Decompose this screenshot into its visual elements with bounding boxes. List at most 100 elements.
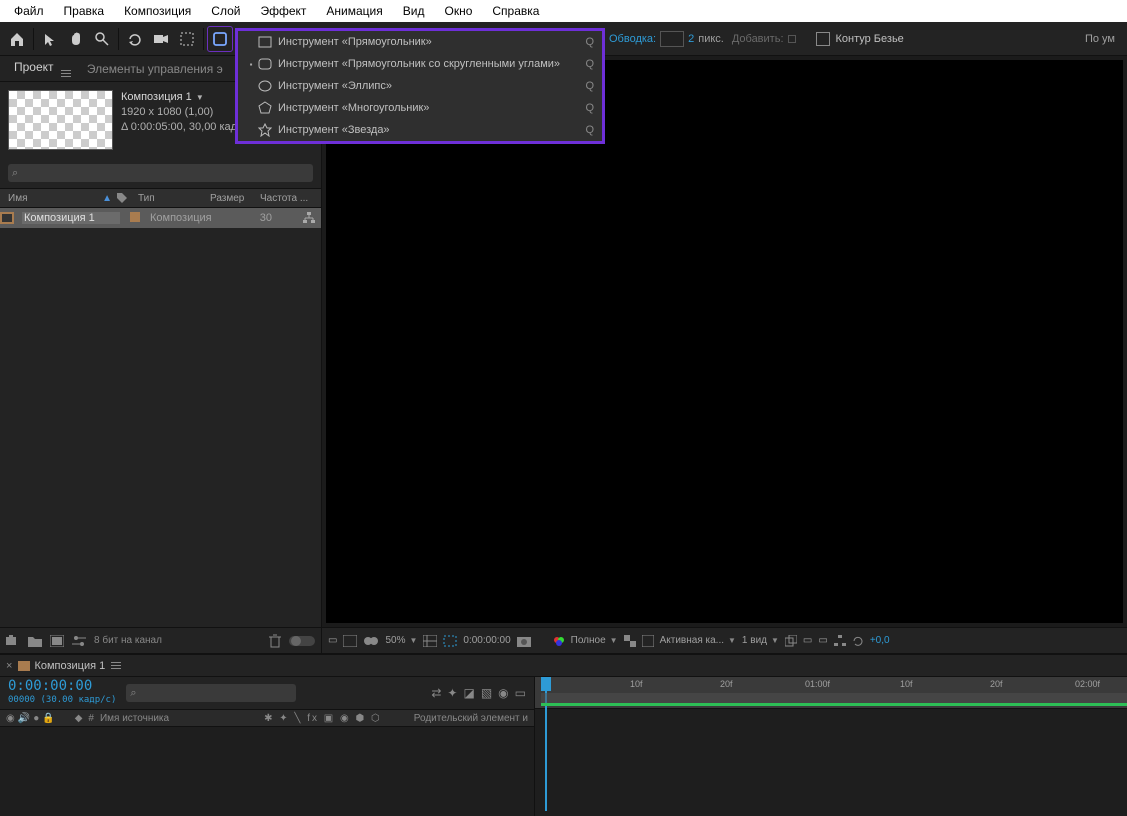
fast-preview-icon[interactable]: ▭ — [818, 635, 827, 646]
transparency-grid-icon[interactable] — [624, 635, 636, 647]
draft-3d-icon[interactable]: ✦ — [447, 686, 457, 700]
menu-effect[interactable]: Эффект — [250, 2, 316, 20]
close-tab-icon[interactable]: × — [6, 660, 12, 672]
flyout-star[interactable]: Инструмент «Звезда» Q — [238, 119, 602, 141]
camera-dropdown[interactable]: Активная ка...▼ — [660, 635, 736, 646]
graph-editor-icon[interactable]: ▭ — [515, 686, 526, 700]
shy-icon[interactable]: ◪ — [463, 686, 474, 700]
time-ruler[interactable]: 10f 20f 01:00f 10f 20f 02:00f — [535, 677, 1127, 709]
flowchart-icon[interactable] — [276, 212, 321, 224]
chevron-down-icon[interactable]: ▼ — [196, 90, 204, 105]
playhead[interactable] — [541, 677, 551, 691]
tab-effect-controls[interactable]: Элементы управления э — [79, 58, 231, 80]
flyout-polygon[interactable]: Инструмент «Многоугольник» Q — [238, 97, 602, 119]
trash-icon[interactable] — [269, 634, 281, 648]
toggle-switch[interactable] — [289, 634, 315, 648]
home-tool[interactable] — [4, 26, 30, 52]
audio-header-icon[interactable]: 🔊 — [18, 713, 30, 724]
project-item-name[interactable]: Композиция 1 — [22, 212, 120, 224]
3d-view-icon[interactable] — [642, 635, 654, 647]
new-folder-icon[interactable] — [28, 635, 42, 647]
flyout-rounded-rectangle[interactable]: ▪ Инструмент «Прямоугольник со скругленн… — [238, 53, 602, 75]
flyout-rectangle[interactable]: Инструмент «Прямоугольник» Q — [238, 31, 602, 53]
motion-blur-icon[interactable]: ◉ — [498, 686, 508, 700]
panel-menu-icon[interactable] — [61, 70, 71, 77]
project-item-row[interactable]: Композиция 1 Композиция 30 — [0, 208, 321, 228]
current-frame: 00000 (30.00 кадр/с) — [8, 693, 116, 707]
menu-composition[interactable]: Композиция — [114, 2, 201, 20]
mask-icon[interactable] — [363, 635, 379, 647]
resolution-icon[interactable] — [423, 635, 437, 647]
share-view-icon[interactable] — [785, 635, 797, 647]
rectangle-icon — [256, 35, 274, 49]
viewer-timecode[interactable]: 0:00:00:00 — [463, 635, 510, 646]
label-header-icon[interactable]: ◆ — [75, 713, 83, 724]
solo-header-icon[interactable]: ● — [33, 713, 39, 724]
header-name[interactable]: Имя▲ — [0, 193, 116, 204]
stroke-width-value[interactable]: 2 — [688, 33, 694, 45]
grid-icon[interactable] — [343, 635, 357, 647]
stroke-color-swatch[interactable] — [660, 31, 684, 47]
bezier-checkbox[interactable] — [816, 32, 830, 46]
timeline-icon[interactable] — [834, 635, 846, 647]
lock-header-icon[interactable]: 🔒 — [42, 713, 54, 724]
composition-name[interactable]: Композиция 1 — [121, 91, 192, 103]
exposure-value[interactable]: +0,0 — [870, 635, 890, 646]
roi-icon[interactable] — [443, 635, 457, 647]
menu-view[interactable]: Вид — [393, 2, 435, 20]
header-type[interactable]: Тип — [138, 193, 210, 204]
menu-help[interactable]: Справка — [482, 2, 549, 20]
menu-file[interactable]: Файл — [4, 2, 54, 20]
views-dropdown[interactable]: 1 вид▼ — [742, 635, 779, 646]
work-area-bar[interactable] — [541, 693, 1127, 703]
bpc-label[interactable]: 8 бит на канал — [94, 635, 261, 646]
camera-tool[interactable] — [148, 26, 174, 52]
menu-animation[interactable]: Анимация — [316, 2, 392, 20]
channel-icon[interactable] — [553, 635, 565, 647]
magnify-dropdown-icon[interactable]: ▭ — [328, 635, 337, 646]
project-search-input[interactable] — [8, 164, 313, 182]
comp-mini-flowchart-icon[interactable]: ⇄ — [431, 686, 441, 700]
rounded-rectangle-icon — [256, 57, 274, 71]
parent-header[interactable]: Родительский элемент и — [414, 713, 528, 724]
workspace-dropdown[interactable]: По ум — [1085, 33, 1123, 45]
header-frequency[interactable]: Частота ... — [260, 193, 321, 204]
timeline-tab-name[interactable]: Композиция 1 — [34, 660, 105, 672]
header-size[interactable]: Размер — [210, 193, 260, 204]
eye-header-icon[interactable]: ◉ — [6, 713, 15, 724]
header-label[interactable] — [116, 192, 138, 204]
hand-tool[interactable] — [63, 26, 89, 52]
interpret-footage-icon[interactable] — [6, 635, 20, 647]
panel-menu-icon[interactable] — [111, 662, 121, 669]
timeline-layers-area[interactable] — [0, 727, 534, 816]
ruler-tick: 20f — [990, 679, 1003, 689]
timeline-tracks-area[interactable] — [535, 709, 1127, 816]
selection-tool[interactable] — [37, 26, 63, 52]
source-name-header[interactable]: Имя источника — [100, 713, 258, 724]
viewer-canvas[interactable] — [326, 60, 1123, 623]
zoom-tool[interactable] — [89, 26, 115, 52]
zoom-dropdown[interactable]: 50%▼ — [385, 635, 417, 646]
refresh-icon[interactable] — [852, 635, 864, 647]
pixel-aspect-icon[interactable]: ▭ — [803, 635, 812, 646]
add-dropdown[interactable] — [788, 35, 796, 43]
project-item-label-swatch[interactable] — [124, 212, 146, 225]
index-header[interactable]: # — [88, 713, 94, 724]
snapshot-icon[interactable] — [517, 635, 531, 647]
current-timecode[interactable]: 0:00:00:00 — [8, 679, 116, 693]
menu-window[interactable]: Окно — [434, 2, 482, 20]
orbit-tool[interactable] — [122, 26, 148, 52]
menu-edit[interactable]: Правка — [54, 2, 115, 20]
new-comp-icon[interactable] — [50, 635, 64, 647]
timeline-search-input[interactable] — [126, 684, 296, 702]
resolution-dropdown[interactable]: Полное▼ — [571, 635, 618, 646]
shape-tool[interactable] — [207, 26, 233, 52]
flyout-ellipse[interactable]: Инструмент «Эллипс» Q — [238, 75, 602, 97]
composition-duration: Δ 0:00:05:00, 30,00 кад — [121, 120, 237, 135]
tab-project[interactable]: Проект — [6, 56, 79, 81]
composition-thumbnail[interactable] — [8, 90, 113, 150]
adjust-icon[interactable] — [72, 634, 86, 648]
menu-layer[interactable]: Слой — [201, 2, 250, 20]
pan-behind-tool[interactable] — [174, 26, 200, 52]
frame-blend-icon[interactable]: ▧ — [481, 686, 492, 700]
